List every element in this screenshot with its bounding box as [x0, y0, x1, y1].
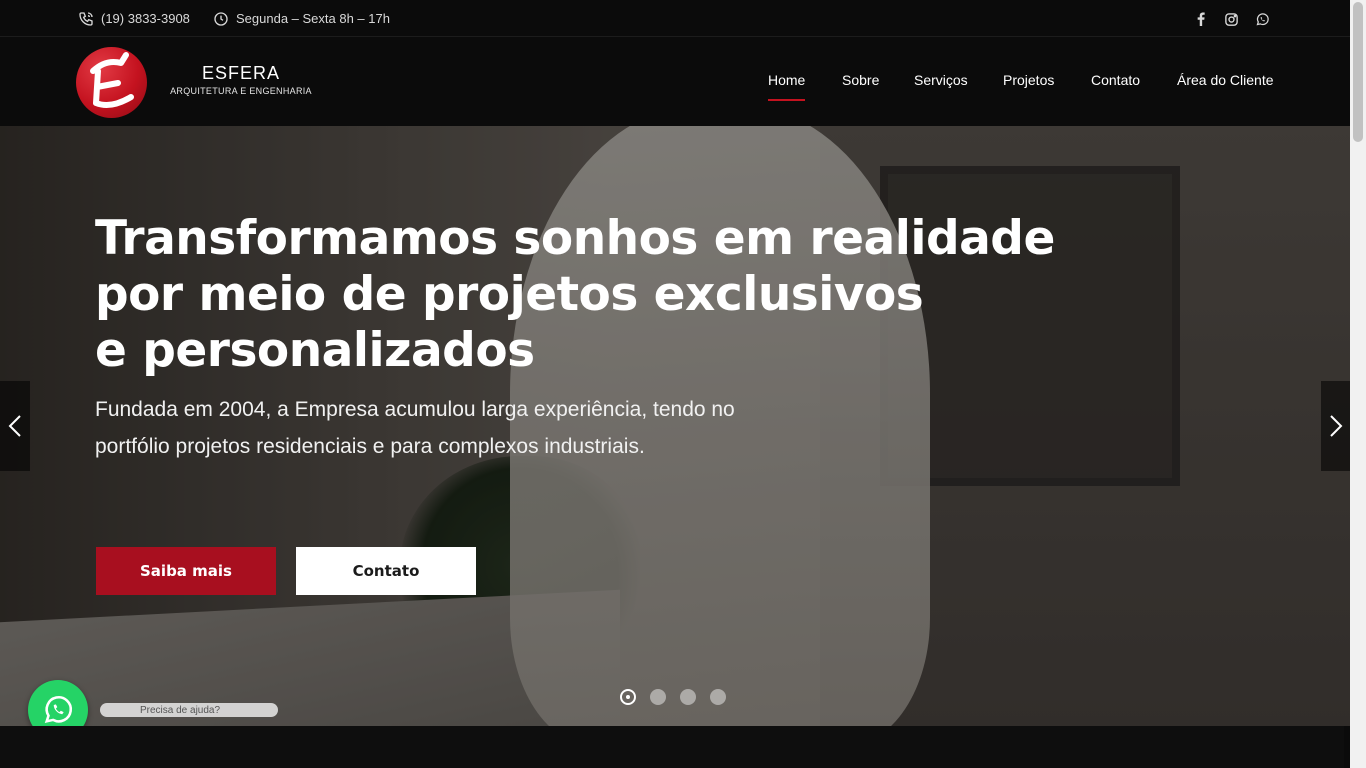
- whatsapp-icon: [44, 695, 72, 724]
- hero-description: Fundada em 2004, a Empresa acumulou larg…: [95, 391, 815, 465]
- logo-text[interactable]: ESFERA ARQUITETURA E ENGENHARIA: [166, 63, 316, 96]
- nav-item-servicos[interactable]: Serviços: [914, 72, 968, 88]
- hero-title-line: Transformamos sonhos em realidade: [95, 211, 1055, 266]
- saiba-mais-button[interactable]: Saiba mais: [96, 547, 276, 595]
- next-section-edge: [0, 726, 1344, 768]
- slider-prev-button[interactable]: [0, 381, 30, 471]
- business-hours: Segunda – Sexta 8h – 17h: [213, 0, 390, 37]
- top-bar: (19) 3833-3908 Segunda – Sexta 8h – 17h: [0, 0, 1350, 37]
- nav-item-area-do-cliente[interactable]: Área do Cliente: [1177, 72, 1274, 88]
- nav-item-sobre[interactable]: Sobre: [842, 72, 879, 88]
- nav-item-contato[interactable]: Contato: [1091, 72, 1140, 88]
- hero-title-line: por meio de projetos exclusivos: [95, 267, 924, 322]
- facebook-icon[interactable]: [1191, 9, 1211, 29]
- slider-next-button[interactable]: [1321, 381, 1350, 471]
- brand-subtitle: ARQUITETURA E ENGENHARIA: [170, 86, 312, 96]
- slider-dot-2[interactable]: [650, 689, 666, 705]
- phone-contact[interactable]: (19) 3833-3908: [78, 0, 190, 37]
- contato-button[interactable]: Contato: [296, 547, 476, 595]
- chevron-right-icon: [1330, 415, 1343, 437]
- chevron-left-icon: [8, 415, 21, 437]
- scrollbar-thumb[interactable]: [1353, 2, 1363, 142]
- phone-icon: [79, 11, 93, 26]
- hours-text: Segunda – Sexta 8h – 17h: [236, 11, 390, 26]
- page-scrollbar[interactable]: [1350, 0, 1366, 768]
- phone-number: (19) 3833-3908: [101, 11, 190, 26]
- site-header: ESFERA ARQUITETURA E ENGENHARIA Home Sob…: [0, 37, 1350, 126]
- hero-title: Transformamos sonhos em realidade por me…: [95, 211, 1145, 379]
- hero-slider: Transformamos sonhos em realidade por me…: [0, 126, 1350, 726]
- logo-emblem[interactable]: [76, 47, 147, 118]
- slider-dot-1[interactable]: [620, 689, 636, 705]
- whatsapp-icon[interactable]: [1252, 9, 1272, 29]
- clock-icon: [214, 11, 228, 26]
- nav-item-home[interactable]: Home: [768, 72, 806, 101]
- instagram-icon[interactable]: [1221, 9, 1241, 29]
- slider-pagination: [620, 689, 740, 705]
- hero-description-line: Fundada em 2004, a Empresa acumulou larg…: [95, 398, 735, 421]
- help-tooltip[interactable]: Precisa de ajuda?: [100, 703, 278, 717]
- slider-dot-3[interactable]: [680, 689, 696, 705]
- nav-item-projetos[interactable]: Projetos: [1003, 72, 1054, 88]
- brand-title: ESFERA: [201, 63, 281, 83]
- hero-description-line: portfólio projetos residenciais e para c…: [95, 435, 645, 458]
- slider-dot-4[interactable]: [710, 689, 726, 705]
- hero-title-line: e personalizados: [95, 323, 535, 378]
